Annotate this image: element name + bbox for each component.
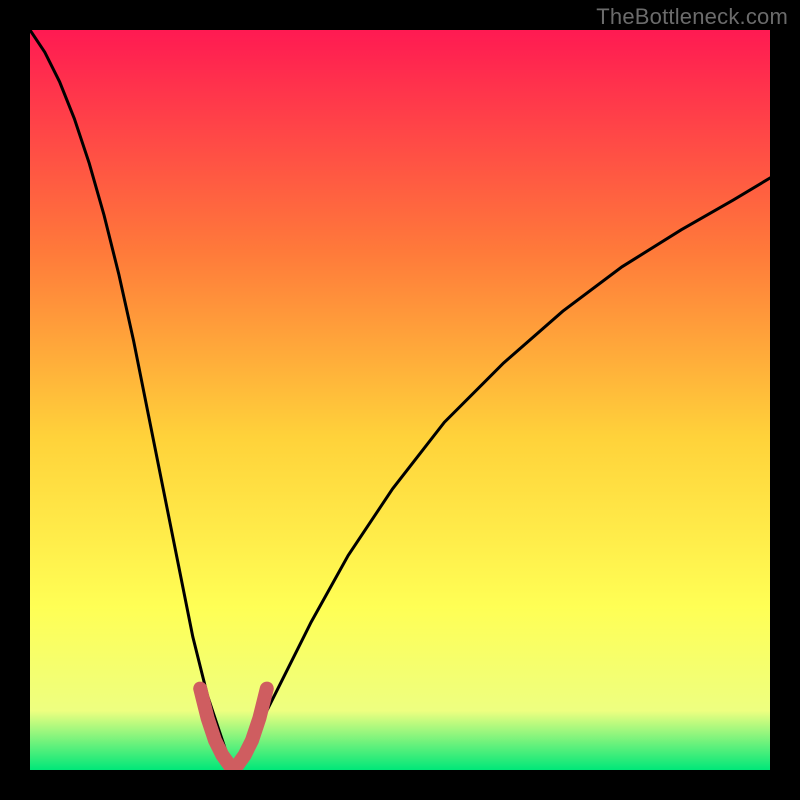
optimal-marker-path	[200, 689, 267, 770]
plot-area	[30, 30, 770, 770]
chart-frame: TheBottleneck.com	[0, 0, 800, 800]
curve-right-path	[234, 178, 771, 770]
bottleneck-curve	[30, 30, 770, 770]
watermark-text: TheBottleneck.com	[596, 4, 788, 30]
curve-left-path	[30, 30, 234, 770]
